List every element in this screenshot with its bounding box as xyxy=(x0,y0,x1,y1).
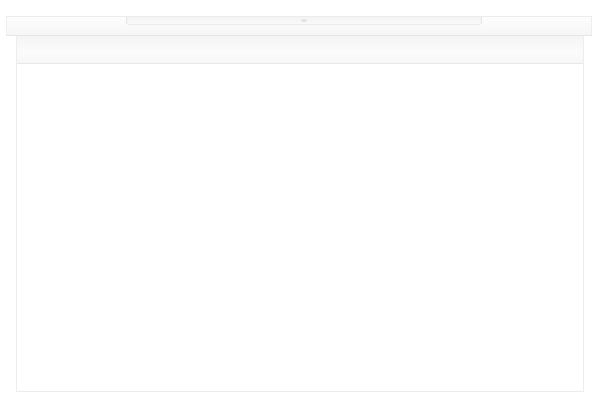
handle-groove xyxy=(17,36,583,64)
vanity-cabinet xyxy=(16,36,584,392)
tap-hole-icon xyxy=(301,19,307,22)
countertop xyxy=(6,16,592,36)
drawer-front xyxy=(17,64,583,391)
product-image xyxy=(0,0,600,399)
